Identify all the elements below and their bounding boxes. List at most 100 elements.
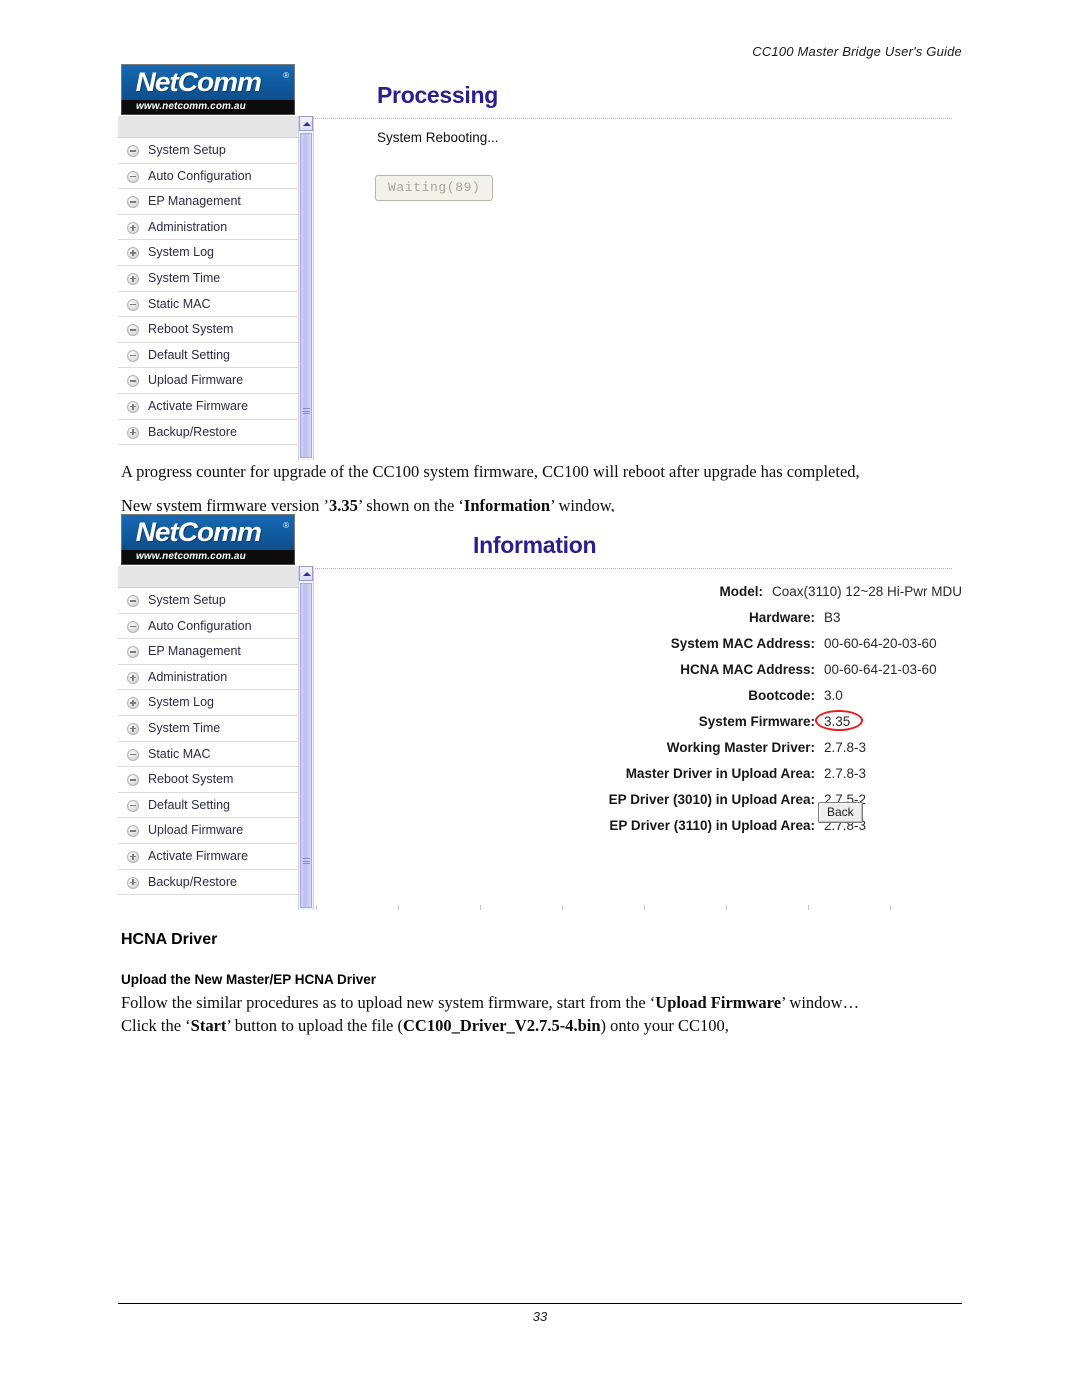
processing-panel: Processing System Rebooting... Waiting(8… xyxy=(315,62,962,460)
scroll-up-button[interactable] xyxy=(299,116,313,131)
scrollbar-thumb[interactable] xyxy=(300,583,312,908)
expand-plus-icon[interactable] xyxy=(127,697,139,710)
sidebar-item-label: Activate Firmware xyxy=(148,398,249,413)
expand-plus-icon[interactable] xyxy=(127,876,139,889)
para4-start-button-name: Start xyxy=(190,1016,227,1035)
info-row: System Firmware: 3.35 xyxy=(315,710,962,740)
sidebar-item-label: Upload Firmware xyxy=(148,823,244,838)
collapse-minus-icon[interactable] xyxy=(127,620,139,633)
sidebar-item-static-mac[interactable]: Static MAC xyxy=(118,292,298,318)
info-row: Model: Coax(3110) 12~28 Hi-Pwr MDU xyxy=(315,584,962,610)
sidebar-item-label: Auto Configuration xyxy=(148,168,252,183)
sidebar-item-activate-firmware[interactable]: Activate Firmware xyxy=(118,394,298,420)
sidebar-item-reboot-system[interactable]: Reboot System xyxy=(118,317,298,343)
sidebar-item-default-setting[interactable]: Default Setting xyxy=(118,343,298,369)
tick-mark xyxy=(890,905,891,910)
sidebar-scrollbar[interactable] xyxy=(298,566,314,910)
info-value: Coax(3110) 12~28 Hi-Pwr MDU xyxy=(772,584,962,599)
processing-status-text: System Rebooting... xyxy=(377,130,499,145)
sidebar-item-administration[interactable]: Administration xyxy=(118,665,298,691)
expand-plus-icon[interactable] xyxy=(127,671,139,684)
sidebar-item-auto-configuration[interactable]: Auto Configuration xyxy=(118,614,298,640)
info-value: 3.0 xyxy=(824,688,843,703)
chevron-up-icon xyxy=(303,122,311,126)
back-button[interactable]: Back xyxy=(818,802,863,823)
expand-plus-icon[interactable] xyxy=(127,272,139,285)
sidebar-item-system-setup[interactable]: System Setup xyxy=(118,138,298,164)
sidebar-item-ep-management[interactable]: EP Management xyxy=(118,639,298,665)
collapse-minus-icon[interactable] xyxy=(127,145,139,157)
info-row: Bootcode: 3.0 xyxy=(315,688,962,714)
sidebar-item-label: Backup/Restore xyxy=(148,874,237,889)
sidebar-menu: System Setup Auto Configuration EP Managem… xyxy=(118,588,298,896)
info-row: EP Driver (3110) in Upload Area: 2.7.8-3 xyxy=(315,818,962,844)
sidebar-item-system-time[interactable]: System Time xyxy=(118,716,298,742)
collapse-minus-icon[interactable] xyxy=(127,349,139,362)
info-row: Working Master Driver: 2.7.8-3 xyxy=(315,740,962,766)
scrollbar-thumb[interactable] xyxy=(300,133,312,458)
sidebar-item-static-mac[interactable]: Static MAC xyxy=(118,742,298,768)
sidebar-item-administration[interactable]: Administration xyxy=(118,215,298,241)
collapse-minus-icon[interactable] xyxy=(127,196,139,209)
sidebar-item-label: Static MAC xyxy=(148,296,211,311)
sidebar-scrollbar[interactable] xyxy=(298,116,314,460)
tick-mark xyxy=(316,905,317,910)
expand-plus-icon[interactable] xyxy=(127,722,139,735)
section-heading-hcna-driver: HCNA Driver xyxy=(121,931,218,948)
collapse-minus-icon[interactable] xyxy=(127,375,139,388)
sidebar-item-system-log[interactable]: System Log xyxy=(118,690,298,716)
sidebar-item-label: System Setup xyxy=(148,593,226,607)
collapse-minus-icon[interactable] xyxy=(127,825,139,838)
sidebar-item-upload-firmware[interactable]: Upload Firmware xyxy=(118,818,298,844)
footer-rule xyxy=(118,1303,962,1304)
sidebar-item-system-log[interactable]: System Log xyxy=(118,240,298,266)
screenshot-information-window: NetComm ® www.netcomm.com.au System Setu… xyxy=(118,512,962,910)
logo-wordmark: NetComm xyxy=(135,517,262,547)
info-label: Hardware: xyxy=(748,610,815,625)
info-value-highlighted: 3.35 xyxy=(814,710,864,731)
expand-plus-icon[interactable] xyxy=(127,247,139,260)
info-value: 00-60-64-20-03-60 xyxy=(824,636,937,651)
sidebar-item-label: Auto Configuration xyxy=(148,618,252,633)
collapse-minus-icon[interactable] xyxy=(127,774,139,787)
sidebar-item-reboot-system[interactable]: Reboot System xyxy=(118,767,298,793)
info-row: HCNA MAC Address: 00-60-64-21-03-60 xyxy=(315,662,962,688)
collapse-minus-icon[interactable] xyxy=(127,799,139,812)
sidebar-item-backup-restore[interactable]: Backup/Restore xyxy=(118,420,298,446)
sidebar-item-backup-restore[interactable]: Backup/Restore xyxy=(118,870,298,896)
waiting-button[interactable]: Waiting(89) xyxy=(375,175,494,201)
info-value: 2.7.8-3 xyxy=(824,766,867,781)
collapse-minus-icon[interactable] xyxy=(127,646,139,659)
collapse-minus-icon[interactable] xyxy=(127,298,139,311)
netcomm-logo: NetComm ® www.netcomm.com.au xyxy=(118,62,298,116)
info-label: System Firmware: xyxy=(698,714,815,729)
collapse-minus-icon[interactable] xyxy=(127,748,139,761)
para4-filename: CC100_Driver_V2.7.5-4.bin xyxy=(402,1016,601,1035)
sidebar-item-system-setup[interactable]: System Setup xyxy=(118,588,298,614)
sidebar-item-default-setting[interactable]: Default Setting xyxy=(118,793,298,819)
expand-plus-icon[interactable] xyxy=(127,426,139,439)
collapse-minus-icon[interactable] xyxy=(127,595,139,607)
expand-plus-icon[interactable] xyxy=(127,850,139,863)
information-title: Information xyxy=(473,532,597,558)
title-divider xyxy=(315,568,952,569)
info-row: Master Driver in Upload Area: 2.7.8-3 xyxy=(315,766,962,792)
collapse-minus-icon[interactable] xyxy=(127,324,139,337)
sidebar-item-label: Upload Firmware xyxy=(148,373,244,388)
scroll-up-button[interactable] xyxy=(299,566,313,581)
sidebar-item-auto-configuration[interactable]: Auto Configuration xyxy=(118,164,298,190)
sidebar-item-label: Default Setting xyxy=(148,797,230,812)
collapse-minus-icon[interactable] xyxy=(127,170,139,183)
tick-mark xyxy=(562,905,563,910)
sidebar-item-system-time[interactable]: System Time xyxy=(118,266,298,292)
sidebar-item-ep-management[interactable]: EP Management xyxy=(118,189,298,215)
logo-url: www.netcomm.com.au xyxy=(136,101,246,112)
expand-plus-icon[interactable] xyxy=(127,400,139,413)
sidebar-item-upload-firmware[interactable]: Upload Firmware xyxy=(118,368,298,394)
expand-plus-icon[interactable] xyxy=(127,221,139,234)
document-title: CC100 Master Bridge User's Guide xyxy=(752,44,962,59)
sidebar-item-activate-firmware[interactable]: Activate Firmware xyxy=(118,844,298,870)
page-header: CC100 Master Bridge User's Guide xyxy=(118,44,962,63)
info-value: B3 xyxy=(824,610,841,625)
processing-title: Processing xyxy=(377,82,498,108)
